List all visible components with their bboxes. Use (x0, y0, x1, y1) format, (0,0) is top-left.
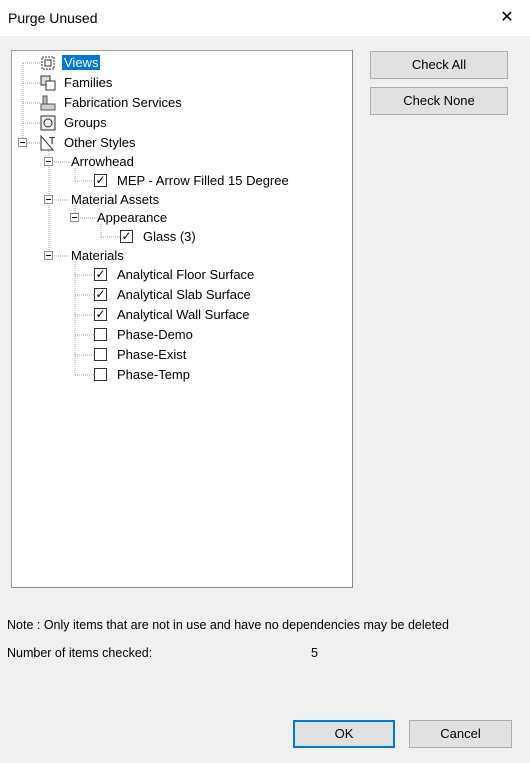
tree-node-label: Glass (3) (143, 229, 196, 244)
window-title: Purge Unused (8, 10, 98, 26)
cancel-button[interactable]: Cancel (409, 720, 512, 748)
tree-node-label: Phase-Temp (117, 367, 190, 382)
collapse-material-assets[interactable] (44, 195, 53, 204)
checkbox-glass[interactable]: ✓ (120, 230, 133, 243)
tree-node-materials[interactable]: Materials (69, 247, 126, 265)
families-icon (39, 74, 57, 92)
tree-node-phase-demo[interactable]: Phase-Demo (115, 326, 195, 344)
tree-node-label: Arrowhead (71, 154, 134, 169)
tree-node-label: Phase-Exist (117, 347, 187, 362)
items-checked-label: Number of items checked: (7, 646, 153, 660)
check-none-button[interactable]: Check None (370, 87, 508, 115)
collapse-arrowhead[interactable] (44, 157, 53, 166)
tree-node-label: MEP - Arrow Filled 15 Degree (117, 173, 289, 188)
tree-node-label: Analytical Floor Surface (117, 267, 255, 282)
checkbox-phase-demo[interactable] (94, 328, 107, 341)
tree-node-glass[interactable]: Glass (3) (141, 228, 198, 246)
checkbox-analytical-slab[interactable]: ✓ (94, 288, 107, 301)
tree-node-label: Material Assets (71, 192, 160, 207)
checkbox-analytical-wall[interactable]: ✓ (94, 308, 107, 321)
tree-node-appearance[interactable]: Appearance (95, 209, 169, 227)
tree-node-label: Phase-Demo (117, 327, 193, 342)
tree-node-arrowhead[interactable]: Arrowhead (69, 153, 136, 171)
checkbox-phase-exist[interactable] (94, 348, 107, 361)
collapse-appearance[interactable] (70, 213, 79, 222)
tree-node-label: Fabrication Services (64, 95, 182, 110)
fabrication-icon (39, 94, 57, 112)
tree-node-other-styles[interactable]: Other Styles (62, 134, 138, 152)
ok-button[interactable]: OK (293, 720, 395, 748)
tree-node-analytical-floor[interactable]: Analytical Floor Surface (115, 266, 256, 284)
tree-node-groups[interactable]: Groups (62, 114, 109, 132)
tree-node-label: Analytical Wall Surface (117, 307, 250, 322)
checkbox-mep-arrow[interactable]: ✓ (94, 174, 107, 187)
collapse-materials[interactable] (44, 251, 53, 260)
checkbox-phase-temp[interactable] (94, 368, 107, 381)
tree-node-label: Analytical Slab Surface (117, 287, 251, 302)
tree-node-material-assets[interactable]: Material Assets (69, 191, 161, 209)
tree-node-phase-exist[interactable]: Phase-Exist (115, 346, 188, 364)
items-checked-count: 5 (311, 646, 318, 660)
tree-node-analytical-wall[interactable]: Analytical Wall Surface (115, 306, 251, 324)
tree-node-analytical-slab[interactable]: Analytical Slab Surface (115, 286, 253, 304)
tree-node-views[interactable]: Views (62, 54, 101, 72)
styles-icon: T (39, 134, 57, 152)
purge-tree[interactable]: Views Families Fabrication Services Grou… (11, 50, 353, 588)
note-text: Note : Only items that are not in use an… (7, 618, 449, 632)
tree-node-label: Families (64, 75, 113, 90)
tree-node-label: Views (62, 55, 101, 70)
tree-node-phase-temp[interactable]: Phase-Temp (115, 366, 192, 384)
close-icon[interactable]: ✕ (484, 0, 530, 36)
views-icon (39, 54, 57, 72)
tree-node-label: Materials (71, 248, 124, 263)
collapse-other-styles[interactable] (18, 138, 27, 147)
tree-node-label: Other Styles (64, 135, 136, 150)
check-all-button[interactable]: Check All (370, 51, 508, 79)
tree-node-mep-arrow[interactable]: MEP - Arrow Filled 15 Degree (115, 172, 291, 190)
checkbox-analytical-floor[interactable]: ✓ (94, 268, 107, 281)
title-bar: Purge Unused ✕ (0, 0, 530, 36)
tree-node-label: Groups (64, 115, 107, 130)
svg-text:T: T (49, 136, 55, 147)
tree-node-families[interactable]: Families (62, 74, 114, 92)
tree-node-label: Appearance (97, 210, 168, 225)
groups-icon (39, 114, 57, 132)
tree-node-fabrication-services[interactable]: Fabrication Services (62, 94, 184, 112)
